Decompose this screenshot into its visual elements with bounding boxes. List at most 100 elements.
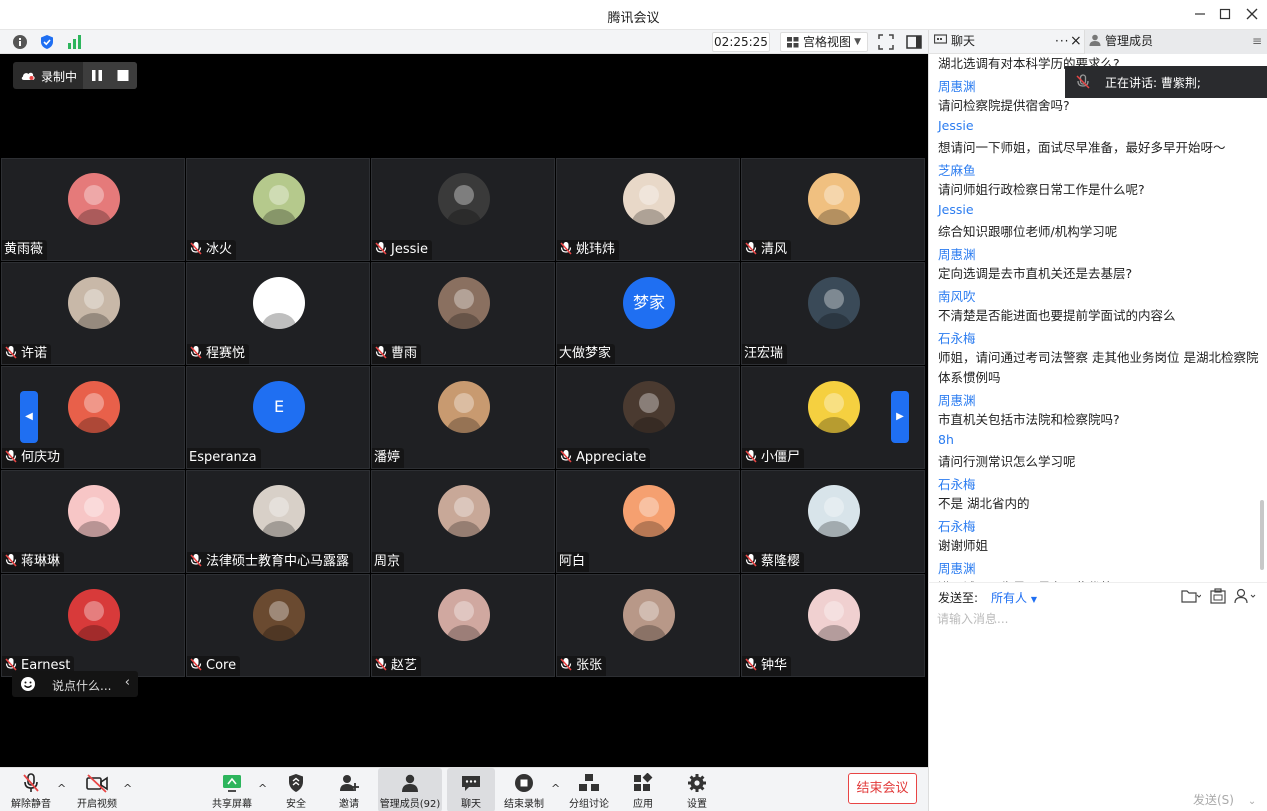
manage-members-button[interactable]: 管理成员(92): [378, 768, 442, 811]
video-options-chevron[interactable]: ^: [123, 782, 132, 795]
close-button[interactable]: [1242, 5, 1262, 25]
mic-off-icon: [1076, 74, 1090, 89]
chat-message-text: 定向选调是去市直机关还是去基层?: [938, 266, 1133, 281]
prev-page-button[interactable]: ◀: [20, 391, 38, 443]
info-icon[interactable]: [11, 33, 29, 51]
participant-tile[interactable]: 赵艺: [371, 574, 555, 677]
breakout-button[interactable]: 分组讨论: [566, 768, 612, 811]
audio-options-chevron[interactable]: ^: [57, 782, 66, 795]
apps-button[interactable]: 应用: [626, 768, 660, 811]
participant-tile[interactable]: 张张: [556, 574, 740, 677]
next-page-button[interactable]: ▶: [891, 391, 909, 443]
chat-message-sender: 周惠渊: [938, 79, 976, 94]
participant-name: 法律硕士教育中心马露露: [206, 554, 350, 569]
chat-message-text: 不是 湖北省内的: [938, 496, 1030, 511]
chat-message-text: 谢谢师姐: [938, 538, 989, 553]
participant-tile[interactable]: E Esperanza: [186, 366, 370, 469]
participant-nameplate: 小僵尸: [742, 448, 805, 468]
meeting-toolbar: 02:25:25 宫格视图 ▼: [0, 30, 928, 54]
gear-icon: [688, 774, 706, 792]
end-meeting-button[interactable]: 结束会议: [848, 773, 917, 804]
fullscreen-icon[interactable]: [877, 33, 895, 51]
participant-nameplate: 大做梦家: [557, 344, 616, 364]
avatar-silhouette: [262, 497, 296, 537]
reaction-input[interactable]: 说点什么...: [52, 677, 111, 694]
participant-nameplate: 赵艺: [372, 656, 422, 676]
participant-tile[interactable]: Jessie: [371, 158, 555, 261]
grid-view-icon: [787, 37, 799, 48]
participant-tile[interactable]: 冰火: [186, 158, 370, 261]
participant-name: 蔡隆樱: [761, 554, 801, 569]
unmute-button[interactable]: 解除静音: [8, 768, 54, 811]
participant-tile[interactable]: 曹雨: [371, 262, 555, 365]
menu-icon[interactable]: ≡: [1252, 30, 1262, 53]
stop-recording-button[interactable]: [117, 69, 129, 82]
signal-strength-icon[interactable]: [66, 33, 84, 51]
window-title: 腾讯会议: [607, 11, 660, 26]
avatar-silhouette: [77, 601, 111, 641]
participant-tile[interactable]: 汪宏瑞: [741, 262, 925, 365]
participant-nameplate: 黄雨薇: [2, 240, 48, 260]
end-recording-button[interactable]: 结束录制: [502, 768, 546, 811]
emoji-icon[interactable]: [20, 676, 36, 692]
participant-name: 小僵尸: [761, 450, 801, 465]
avatar-silhouette: [447, 289, 481, 329]
participant-tile[interactable]: 蔡隆樱: [741, 470, 925, 573]
send-button[interactable]: 发送(S) ⌄: [1193, 791, 1256, 808]
view-mode-dropdown[interactable]: 宫格视图 ▼: [780, 32, 868, 52]
avatar-silhouette: [447, 393, 481, 433]
participant-tile[interactable]: 蒋琳琳: [1, 470, 185, 573]
recipient-dropdown[interactable]: 所有人 ▼: [991, 589, 1037, 606]
video-stage: 录制中 黄雨薇 冰火 Jessie 姚玮炜 清风 许诺 程赛悦 曹雨 梦家 大做梦家 汪宏瑞 何庆功 E…: [0, 54, 928, 767]
tab-chat[interactable]: 聊天: [933, 30, 976, 54]
avatar-silhouette: [817, 601, 851, 641]
chat-message-sender: 周惠渊: [938, 393, 976, 408]
reaction-bar[interactable]: 说点什么... ‹: [12, 671, 138, 697]
more-options-icon[interactable]: ···: [1055, 30, 1069, 54]
chat-input[interactable]: [937, 609, 1257, 629]
folder-icon[interactable]: [1181, 589, 1201, 603]
security-button[interactable]: 安全: [276, 768, 316, 811]
settings-button[interactable]: 设置: [680, 768, 714, 811]
collapse-icon[interactable]: ‹: [125, 675, 130, 690]
maximize-button[interactable]: [1215, 5, 1235, 25]
invite-button[interactable]: 邀请: [330, 768, 368, 811]
close-icon: [1246, 8, 1258, 20]
participant-tile[interactable]: 程赛悦: [186, 262, 370, 365]
participant-tile[interactable]: 许诺: [1, 262, 185, 365]
share-options-chevron[interactable]: ^: [258, 782, 267, 795]
sidebar-toggle-icon[interactable]: [905, 33, 923, 51]
participant-tile[interactable]: Appreciate: [556, 366, 740, 469]
shield-icon[interactable]: [38, 33, 56, 51]
participant-tile[interactable]: 周京: [371, 470, 555, 573]
minimize-button[interactable]: [1190, 5, 1210, 25]
tab-chat-label: 聊天: [951, 34, 976, 48]
participant-tile[interactable]: Earnest: [1, 574, 185, 677]
pause-recording-button[interactable]: [91, 69, 103, 82]
recording-options-chevron[interactable]: ^: [551, 782, 560, 795]
participant-nameplate: 钟华: [742, 656, 792, 676]
participant-name: 赵艺: [391, 658, 418, 673]
participant-tile[interactable]: 法律硕士教育中心马露露: [186, 470, 370, 573]
participant-tile[interactable]: 潘婷: [371, 366, 555, 469]
start-video-button[interactable]: 开启视频: [74, 768, 120, 811]
chevron-down-icon: ▼: [1030, 595, 1037, 604]
avatar-silhouette: [817, 185, 851, 225]
participant-tile[interactable]: 清风: [741, 158, 925, 261]
close-chat-icon[interactable]: ×: [1070, 30, 1082, 54]
tab-manage-members[interactable]: 管理成员 ≡: [1084, 30, 1267, 54]
screenshot-icon[interactable]: [1210, 588, 1226, 604]
participant-tile[interactable]: Core: [186, 574, 370, 677]
participant-tile[interactable]: 钟华: [741, 574, 925, 677]
chat-scrollbar[interactable]: [1260, 500, 1264, 570]
user-settings-icon[interactable]: [1234, 588, 1258, 604]
participant-name: 许诺: [21, 346, 48, 361]
share-screen-button[interactable]: 共享屏幕: [210, 768, 254, 811]
avatar: [808, 277, 860, 329]
participant-tile[interactable]: 梦家 大做梦家: [556, 262, 740, 365]
end-recording-label: 结束录制: [504, 799, 544, 810]
participant-tile[interactable]: 姚玮炜: [556, 158, 740, 261]
participant-tile[interactable]: 黄雨薇: [1, 158, 185, 261]
participant-tile[interactable]: 阿白: [556, 470, 740, 573]
chat-button[interactable]: 聊天: [447, 768, 495, 811]
